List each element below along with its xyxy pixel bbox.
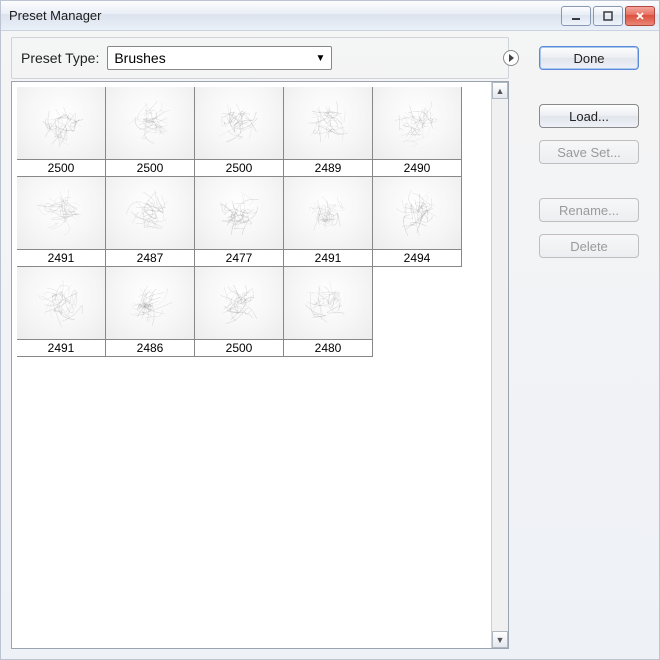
maximize-button[interactable] — [593, 6, 623, 26]
brush-item[interactable]: 2477 — [194, 176, 284, 267]
brush-item[interactable]: 2480 — [283, 266, 373, 357]
brush-item[interactable]: 2500 — [194, 87, 284, 177]
done-button[interactable]: Done — [539, 46, 639, 70]
brush-size-label: 2491 — [17, 249, 105, 266]
brush-thumbnail — [195, 177, 283, 249]
brush-item[interactable]: 2500 — [105, 87, 195, 177]
close-button[interactable] — [625, 6, 655, 26]
action-buttons: Done Load... Save Set... Rename... Delet… — [539, 46, 639, 258]
titlebar[interactable]: Preset Manager — [1, 1, 659, 31]
brush-thumbnail — [17, 177, 105, 249]
minimize-button[interactable] — [561, 6, 591, 26]
brush-thumbnail — [284, 87, 372, 159]
brush-size-label: 2500 — [106, 159, 194, 176]
brush-thumbnail — [17, 267, 105, 339]
brush-size-label: 2489 — [284, 159, 372, 176]
brush-thumbnail — [373, 87, 461, 159]
brush-item[interactable]: 2491 — [17, 266, 106, 357]
brush-size-label: 2491 — [17, 339, 105, 356]
brush-thumbnail — [106, 267, 194, 339]
brush-thumbnail — [195, 267, 283, 339]
preset-manager-window: Preset Manager Preset Type: Brushes ▼ Do… — [0, 0, 660, 660]
vertical-scrollbar[interactable]: ▲ ▼ — [491, 82, 508, 648]
client-area: Preset Type: Brushes ▼ Done Load... Save… — [1, 31, 659, 659]
brush-item[interactable]: 2500 — [194, 266, 284, 357]
brush-thumbnail — [284, 177, 372, 249]
scroll-down-arrow[interactable]: ▼ — [492, 631, 508, 648]
flyout-menu-button[interactable] — [503, 50, 519, 66]
preset-type-label: Preset Type: — [21, 50, 99, 66]
brush-thumbnail — [106, 177, 194, 249]
brush-thumbnail — [373, 177, 461, 249]
brush-size-label: 2490 — [373, 159, 461, 176]
brush-size-label: 2500 — [195, 339, 283, 356]
rename-button[interactable]: Rename... — [539, 198, 639, 222]
brush-grid: 2500250025002489249024912487247724912494… — [17, 87, 486, 357]
brush-thumbnail — [106, 87, 194, 159]
brush-item[interactable]: 2494 — [372, 176, 462, 267]
preset-type-row: Preset Type: Brushes ▼ — [21, 46, 519, 70]
brush-item[interactable]: 2487 — [105, 176, 195, 267]
window-title: Preset Manager — [9, 8, 561, 23]
brush-item[interactable]: 2491 — [17, 176, 106, 267]
brush-item[interactable]: 2491 — [283, 176, 373, 267]
brush-item[interactable]: 2490 — [372, 87, 462, 177]
brush-size-label: 2500 — [195, 159, 283, 176]
brush-size-label: 2486 — [106, 339, 194, 356]
brush-gallery: ▲ ▼ 250025002500248924902491248724772491… — [11, 81, 509, 649]
scroll-up-arrow[interactable]: ▲ — [492, 82, 508, 99]
brush-size-label: 2487 — [106, 249, 194, 266]
brush-size-label: 2491 — [284, 249, 372, 266]
preset-type-value: Brushes — [114, 50, 165, 66]
brush-thumbnail — [284, 267, 372, 339]
preset-type-dropdown[interactable]: Brushes ▼ — [107, 46, 332, 70]
brush-thumbnail — [17, 87, 105, 159]
brush-item[interactable]: 2486 — [105, 266, 195, 357]
delete-button[interactable]: Delete — [539, 234, 639, 258]
brush-size-label: 2494 — [373, 249, 461, 266]
brush-item[interactable]: 2500 — [17, 87, 106, 177]
brush-item[interactable]: 2489 — [283, 87, 373, 177]
brush-size-label: 2500 — [17, 159, 105, 176]
brush-size-label: 2477 — [195, 249, 283, 266]
brush-size-label: 2480 — [284, 339, 372, 356]
load-button[interactable]: Load... — [539, 104, 639, 128]
save-set-button[interactable]: Save Set... — [539, 140, 639, 164]
brush-grid-container: 2500250025002489249024912487247724912494… — [17, 87, 486, 643]
window-controls — [561, 6, 655, 26]
brush-thumbnail — [195, 87, 283, 159]
chevron-down-icon: ▼ — [315, 53, 325, 64]
